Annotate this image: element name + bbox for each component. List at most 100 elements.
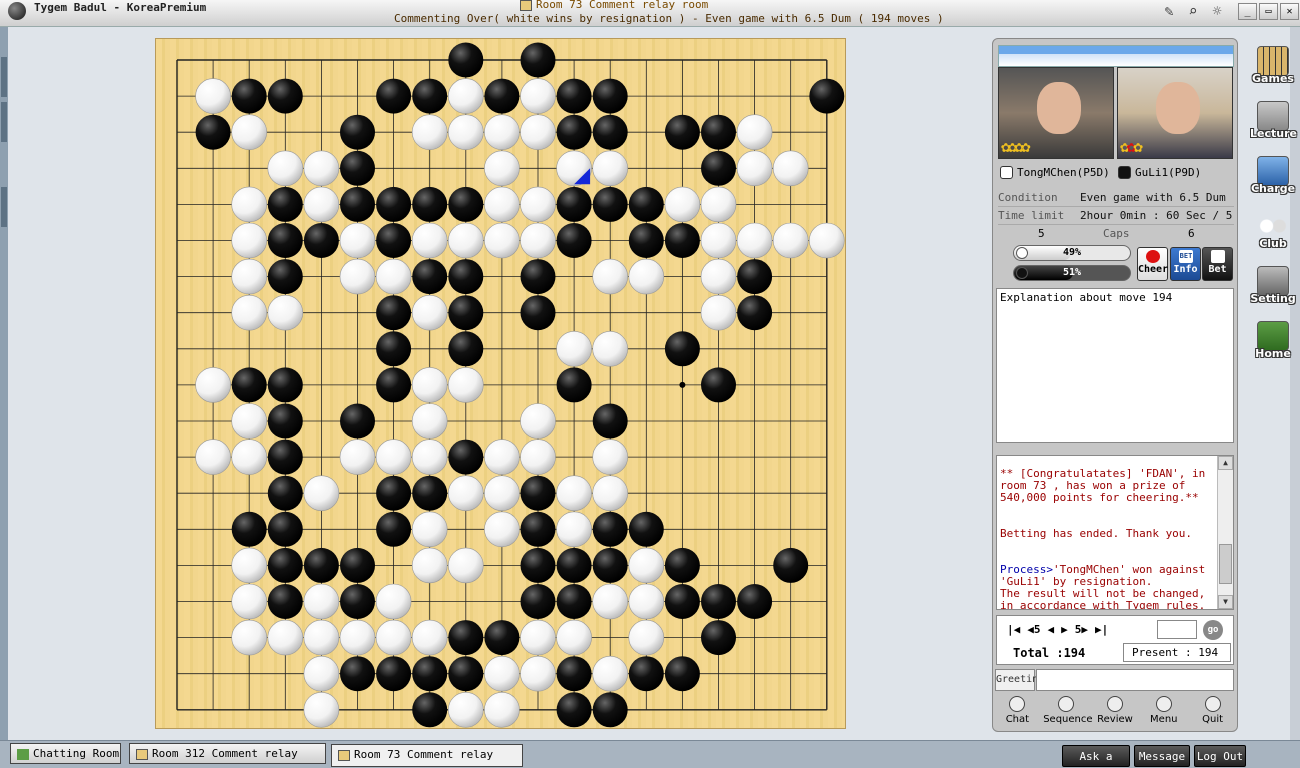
black-stone bbox=[412, 692, 448, 728]
rose-icon bbox=[1146, 250, 1160, 263]
info-button[interactable]: BET Info bbox=[1170, 247, 1201, 281]
time-limit-row: Time limit 2hour 0min : 60 Sec / 5 bbox=[998, 207, 1234, 225]
black-stone bbox=[592, 78, 628, 114]
tab-chatting-room[interactable]: Chatting Room bbox=[10, 743, 121, 764]
chat-log[interactable]: ** [Congratulatates] 'FDAN', in room 73 … bbox=[996, 455, 1234, 610]
black-stone bbox=[484, 78, 520, 114]
white-stone bbox=[231, 222, 267, 259]
black-stone bbox=[448, 620, 484, 656]
move-number-input[interactable] bbox=[1157, 620, 1197, 639]
black-stone bbox=[376, 295, 412, 331]
message-button[interactable]: Message bbox=[1134, 745, 1190, 767]
magnifier-icon[interactable]: ⌕ bbox=[1184, 2, 1202, 20]
white-stone bbox=[411, 619, 448, 656]
black-stone bbox=[340, 150, 375, 186]
black-stone bbox=[448, 439, 484, 475]
nav-buttons: |◀ ◀5 ◀ ▶ 5▶ ▶| bbox=[1007, 623, 1108, 636]
black-stone bbox=[267, 78, 303, 114]
white-player-photo: ✿✿✿✿ bbox=[998, 67, 1114, 159]
black-stone bbox=[737, 259, 773, 295]
log-out-button[interactable]: Log Out bbox=[1194, 745, 1246, 767]
titlebar-tools: ✎ ⌕ ☼ bbox=[1160, 2, 1226, 20]
games-button[interactable]: Games bbox=[1250, 44, 1296, 99]
pencil-icon[interactable]: ✎ bbox=[1160, 2, 1178, 20]
chat-scrollbar[interactable]: ▲ ▼ bbox=[1217, 456, 1233, 609]
back-5-button[interactable]: ◀5 bbox=[1027, 623, 1040, 636]
white-caps: 5 bbox=[1038, 227, 1045, 240]
black-stone bbox=[520, 259, 556, 295]
first-move-button[interactable]: |◀ bbox=[1007, 623, 1020, 636]
charge-button[interactable]: Charge bbox=[1250, 154, 1296, 209]
white-stone bbox=[375, 439, 412, 475]
scroll-thumb[interactable] bbox=[1219, 544, 1232, 584]
lightbulb-icon[interactable]: ☼ bbox=[1208, 2, 1226, 20]
black-stone bbox=[340, 403, 375, 439]
home-button[interactable]: Home bbox=[1250, 319, 1296, 374]
scroll-down-arrow-icon[interactable]: ▼ bbox=[1218, 595, 1233, 609]
chat-button[interactable]: Chat bbox=[994, 694, 1040, 731]
greeting-label[interactable]: Greeting bbox=[995, 669, 1044, 691]
scroll-up-arrow-icon[interactable]: ▲ bbox=[1218, 456, 1233, 470]
greeting-input[interactable] bbox=[1036, 669, 1234, 691]
move-explanation-box[interactable]: Explanation about move 194 bbox=[996, 288, 1234, 443]
black-stone bbox=[628, 186, 664, 222]
white-stone bbox=[592, 258, 629, 295]
bet-button[interactable]: Bet bbox=[1202, 247, 1233, 281]
quit-button[interactable]: Quit bbox=[1190, 694, 1236, 731]
white-stone bbox=[303, 691, 340, 728]
next-move-button[interactable]: ▶ bbox=[1061, 623, 1068, 636]
tab-room-312[interactable]: Room 312 Comment relay room bbox=[129, 743, 326, 768]
prev-move-button[interactable]: ◀ bbox=[1048, 623, 1055, 636]
left-edge-tab[interactable] bbox=[1, 187, 7, 227]
cheer-button[interactable]: Cheer bbox=[1137, 247, 1168, 281]
bet-label: Bet bbox=[1208, 264, 1227, 275]
close-button[interactable]: ✕ bbox=[1280, 3, 1299, 20]
setting-button[interactable]: Setting bbox=[1250, 264, 1296, 319]
move-navigation: |◀ ◀5 ◀ ▶ 5▶ ▶| go Total :194 Present : … bbox=[996, 615, 1234, 665]
left-edge-tab[interactable] bbox=[1, 102, 7, 142]
white-stone bbox=[231, 294, 267, 331]
chat-message: ** [Congratulatates] 'FDAN', in room 73 … bbox=[1000, 467, 1206, 504]
total-moves: Total :194 bbox=[1013, 646, 1086, 660]
exit-door-icon bbox=[1204, 696, 1221, 712]
maximize-button[interactable]: ▭ bbox=[1259, 3, 1278, 20]
room-icon bbox=[338, 749, 350, 761]
ask-help-button[interactable]: Ask a help bbox=[1062, 745, 1130, 767]
sequence-button[interactable]: Sequence bbox=[1043, 694, 1093, 731]
white-player[interactable]: TongMChen(P5D) bbox=[1000, 163, 1110, 181]
black-stone bbox=[376, 475, 412, 511]
white-stone bbox=[628, 258, 665, 295]
black-player[interactable]: GuLi1(P9D) bbox=[1118, 163, 1201, 181]
tab-label: Room 312 Comment relay room bbox=[136, 747, 298, 768]
black-stone bbox=[592, 186, 628, 222]
forward-5-button[interactable]: 5▶ bbox=[1075, 623, 1088, 636]
black-stone bbox=[556, 114, 592, 150]
black-stone bbox=[737, 584, 773, 619]
games-label: Games bbox=[1252, 72, 1294, 85]
black-stone bbox=[592, 511, 628, 547]
black-stone bbox=[267, 584, 303, 619]
review-button[interactable]: Review bbox=[1092, 694, 1138, 731]
go-board-canvas[interactable] bbox=[156, 39, 847, 730]
black-stone bbox=[303, 547, 339, 583]
black-stone bbox=[556, 367, 592, 403]
black-stone bbox=[267, 475, 303, 511]
caps-label: Caps bbox=[1103, 227, 1130, 240]
review-label: Review bbox=[1097, 714, 1133, 725]
quit-label: Quit bbox=[1202, 714, 1224, 725]
room-title: Room 73 Comment relay room bbox=[520, 0, 708, 11]
go-board[interactable] bbox=[155, 38, 846, 729]
tab-room-73[interactable]: Room 73 Comment relay room bbox=[331, 744, 523, 768]
black-stone bbox=[737, 295, 773, 331]
minimize-button[interactable]: _ bbox=[1238, 3, 1257, 20]
go-button[interactable]: go bbox=[1203, 620, 1223, 640]
left-edge-tab[interactable] bbox=[1, 57, 7, 97]
club-button[interactable]: Club bbox=[1250, 209, 1296, 264]
white-stone bbox=[231, 114, 267, 150]
menu-button[interactable]: Menu bbox=[1141, 694, 1187, 731]
last-move-button[interactable]: ▶| bbox=[1095, 623, 1108, 636]
lecture-button[interactable]: Lecture bbox=[1250, 99, 1297, 154]
white-stone bbox=[411, 294, 448, 331]
black-stone bbox=[231, 367, 267, 403]
chat-message: Process>'TongMChen' won against 'GuLi1' … bbox=[1000, 564, 1213, 588]
